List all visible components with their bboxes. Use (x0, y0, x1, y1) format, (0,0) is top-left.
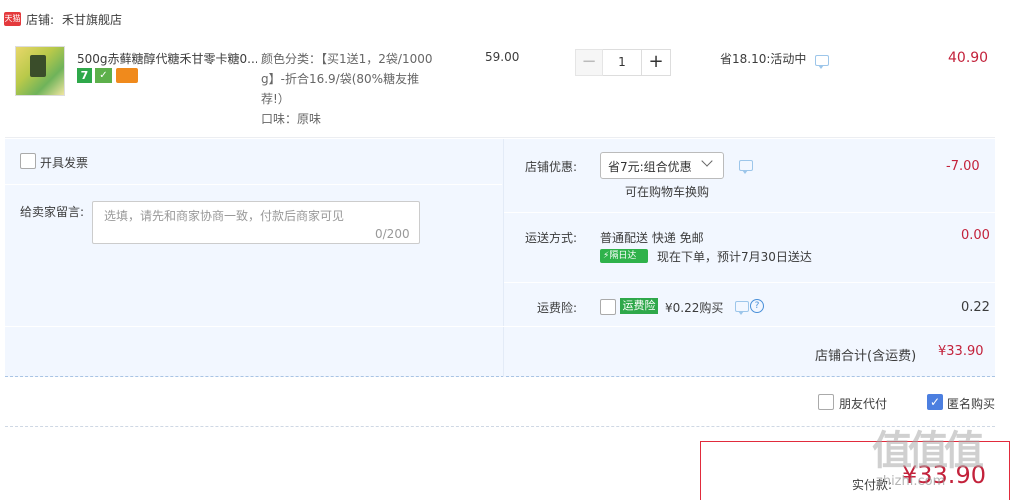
divider (504, 212, 995, 213)
insurance-value: 0.22 (961, 300, 990, 315)
quantity-input[interactable]: 1 (603, 49, 641, 76)
tmall-badge: 天猫 (4, 12, 21, 26)
quantity-increase-button[interactable]: + (641, 49, 671, 76)
insurance-price: ¥0.22购买 (665, 301, 724, 315)
credit-card-icon[interactable] (116, 68, 138, 83)
shipping-label: 运送方式: (525, 231, 578, 245)
divider (503, 139, 504, 377)
insurance-label: 运费险: (537, 301, 578, 315)
shop-discount-selected: 省7元:组合优惠 (608, 160, 692, 174)
divider (5, 326, 995, 327)
shipping-value: 0.00 (961, 228, 990, 243)
insurance-checkbox[interactable] (600, 299, 616, 315)
discount-note: 可在购物车换购 (625, 185, 710, 199)
message-icon[interactable] (735, 301, 749, 315)
seven-day-return-icon[interactable]: 7 (77, 68, 92, 83)
message-icon[interactable] (739, 160, 753, 174)
memo-label: 给卖家留言: (20, 205, 85, 219)
help-icon[interactable]: ? (750, 299, 764, 313)
invoice-label[interactable]: 开具发票 (40, 154, 88, 171)
divider (5, 426, 995, 427)
flavor-text: 口味：原味 (261, 112, 322, 126)
unit-price: 59.00 (485, 50, 520, 64)
item-total-price: 40.90 (948, 50, 989, 66)
shipping-eta: 现在下单，预计7月30日送达 (657, 250, 812, 264)
friend-pay-checkbox[interactable] (818, 394, 834, 410)
next-day-badge-label: 隔日达 (609, 251, 637, 261)
subtotal-value: ¥33.90 (938, 344, 984, 359)
insurance-badge: 运费险 (620, 298, 658, 314)
memo-placeholder: 选填，请先和商家协商一致，付款后商家可见 (104, 209, 345, 223)
watermark-logo: 值值值 (872, 428, 984, 474)
discount-value: -7.00 (946, 159, 980, 174)
invoice-checkbox[interactable] (20, 153, 36, 169)
sku-line: 颜色分类：【买1送1，2袋/1000 (261, 52, 433, 66)
friend-pay-label[interactable]: 朋友代付 (839, 395, 887, 412)
anonymous-label[interactable]: 匿名购买 (947, 395, 995, 412)
shop-discount-label: 店铺优惠: (525, 160, 578, 174)
watermark-url: zhizhi.com (876, 474, 946, 489)
message-icon[interactable] (815, 55, 829, 69)
shop-name-link[interactable]: 禾甘旗舰店 (62, 11, 122, 28)
product-thumbnail[interactable] (15, 46, 65, 96)
subtotal-label: 店铺合计(含运费) (815, 349, 917, 364)
memo-char-count: 0/200 (375, 227, 410, 241)
quantity-decrease-button[interactable]: − (575, 49, 603, 76)
shipping-method: 普通配送 快递 免邮 (600, 231, 704, 245)
anonymous-checkbox[interactable]: ✓ (927, 394, 943, 410)
shop-label: 店铺: (26, 13, 55, 27)
sku-line: 荐!） (261, 92, 290, 106)
promotion-text: 省18.10:活动中 (720, 52, 807, 66)
product-title-link[interactable]: 500g赤藓糖醇代糖禾甘零卡糖0... (77, 50, 257, 67)
divider (504, 282, 995, 283)
next-day-badge: ⚡隔日达 (600, 249, 648, 263)
insurance-icon[interactable]: ✓ (95, 68, 112, 83)
sku-line: g】-折合16.9/袋(80%糖友推 (261, 72, 420, 86)
